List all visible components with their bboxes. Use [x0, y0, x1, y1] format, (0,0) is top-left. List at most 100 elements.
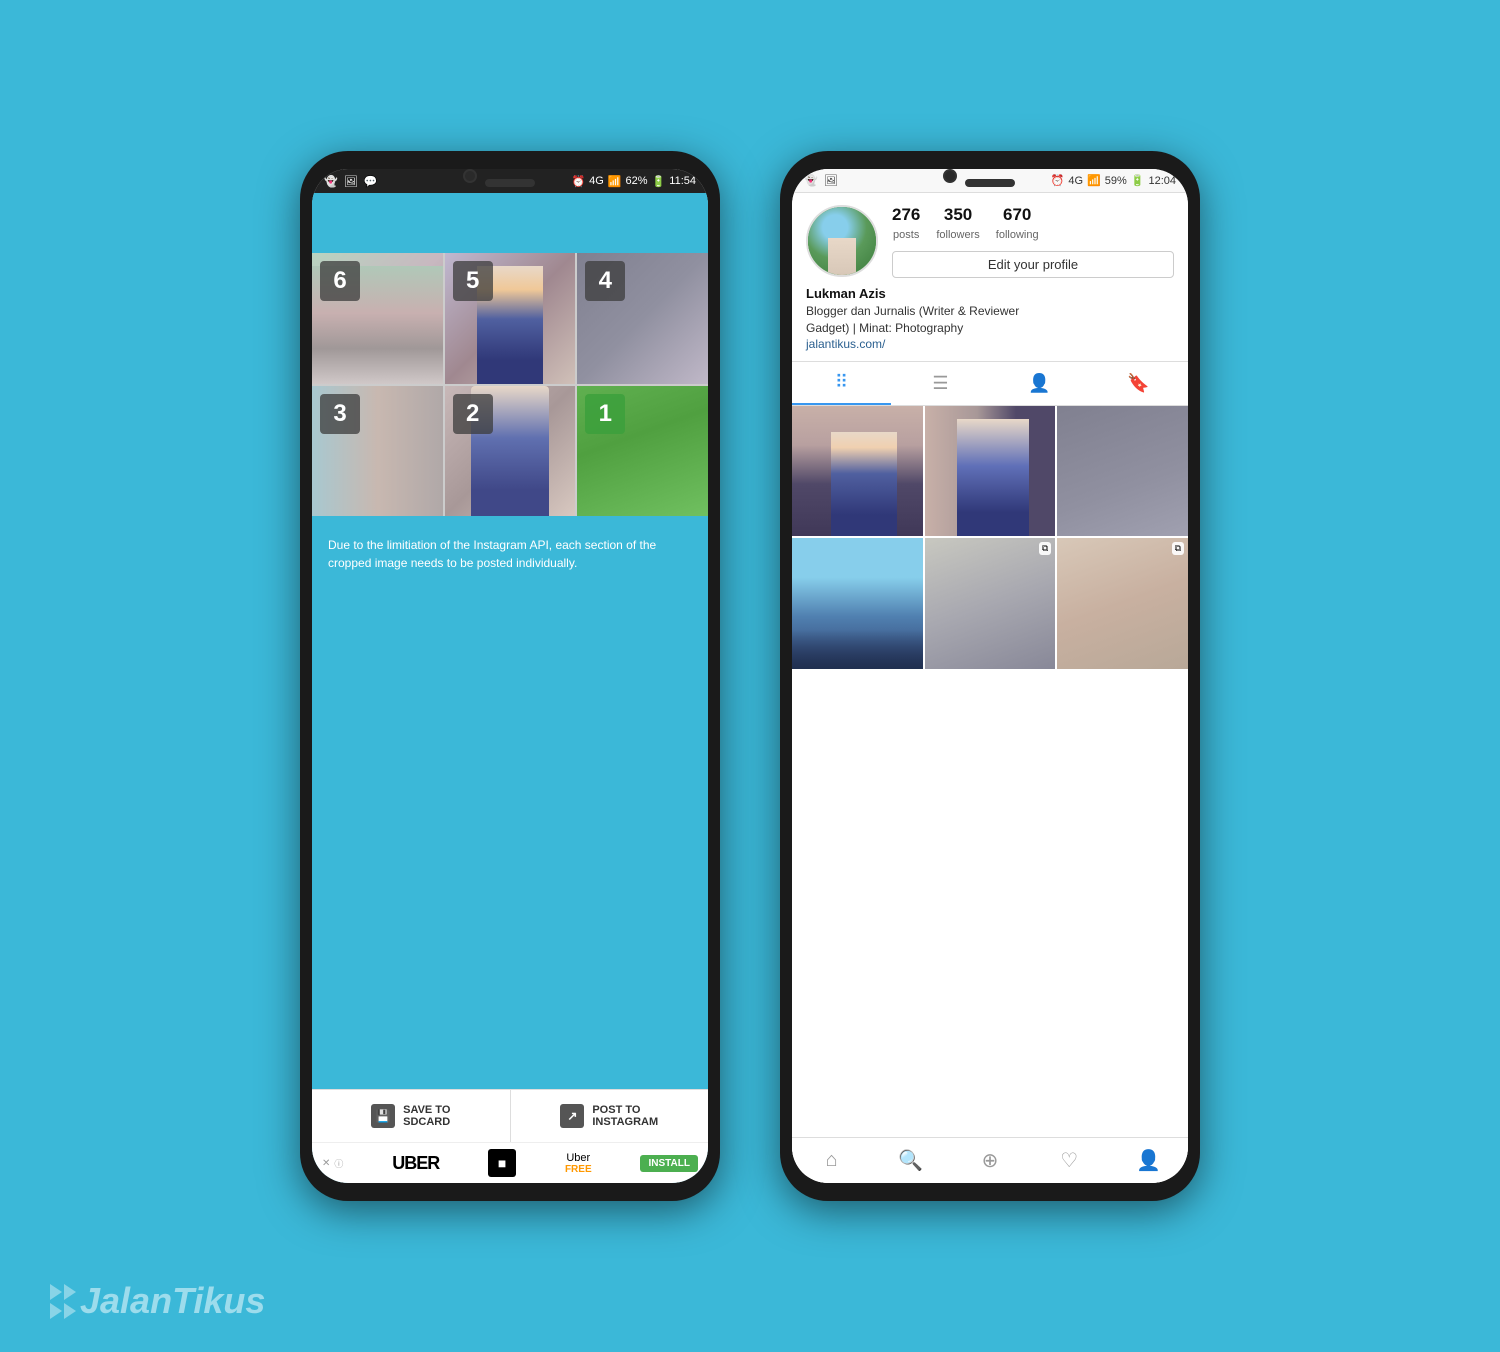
- right-phone: 👻 🖼 ⏰ 4G 📶 59% 🔋 12:04: [780, 151, 1200, 1201]
- battery-icon: 🔋: [652, 175, 666, 188]
- instruction-area: Due to the limitiation of the Instagram …: [312, 516, 708, 1089]
- signal-icon-right: 📶: [1087, 174, 1101, 187]
- brand-text-part2: Tikus: [172, 1280, 265, 1321]
- avatar-bg: [808, 207, 876, 275]
- profile-stats-area: 276 posts 350 followers 670 following: [892, 205, 1174, 278]
- status-icons-right: 👻 🖼: [804, 174, 838, 187]
- save-icon-symbol: 💾: [376, 1109, 391, 1123]
- instruction-text: Due to the limitiation of the Instagram …: [328, 536, 692, 572]
- network-right: 4G: [1068, 175, 1083, 187]
- grid-number-3: 3: [320, 394, 360, 434]
- ig-photo-1-bg: [792, 406, 923, 537]
- ig-photo-cell-3[interactable]: [1057, 406, 1188, 537]
- tagged-icon: 👤: [1028, 373, 1050, 394]
- profile-header: 276 posts 350 followers 670 following: [792, 193, 1188, 286]
- instagram-screen: 276 posts 350 followers 670 following: [792, 193, 1188, 1183]
- chevron-2b: [64, 1303, 76, 1319]
- instagram-photo-grid: ⧉ ⧉: [792, 406, 1188, 669]
- bottom-buttons: 💾 SAVE TOSDCARD ↗ POST TOINSTAGRAM: [312, 1089, 708, 1142]
- post-button-label: POST TOINSTAGRAM: [592, 1104, 658, 1128]
- tab-grid-view[interactable]: ⠿: [792, 362, 891, 405]
- uber-icon-square: ■: [498, 1155, 506, 1171]
- grid-number-6: 6: [320, 261, 360, 301]
- ig-photo-cell-4[interactable]: [792, 538, 923, 669]
- sea-dark: [792, 630, 923, 669]
- chevron-row-1: [50, 1284, 76, 1300]
- tab-saved[interactable]: 🔖: [1089, 362, 1188, 405]
- ig-photo-2-bg: [925, 406, 1056, 537]
- ad-bar: ✕ ⓘ UBER ■ Uber FREE INSTALL: [312, 1142, 708, 1183]
- app-screen-left: 6 5 4: [312, 193, 708, 1183]
- battery-right: 59%: [1105, 175, 1127, 187]
- nav-profile[interactable]: 👤: [1109, 1138, 1188, 1183]
- save-button-label: SAVE TOSDCARD: [403, 1104, 450, 1128]
- profile-bio-link[interactable]: jalantikus.com/: [806, 337, 1174, 351]
- grid-number-2: 2: [453, 394, 493, 434]
- stats-row: 276 posts 350 followers 670 following: [892, 205, 1174, 243]
- grid-cell-3[interactable]: 3: [312, 386, 443, 517]
- nav-home[interactable]: ⌂: [792, 1138, 871, 1183]
- time-right: 12:04: [1148, 175, 1176, 187]
- tab-tagged[interactable]: 👤: [990, 362, 1089, 405]
- nav-likes[interactable]: ♡: [1030, 1138, 1109, 1183]
- left-phone-screen: 👻 🖼 💬 ⏰ 4G 📶 62% 🔋 11:54: [312, 169, 708, 1183]
- heart-icon: ♡: [1060, 1148, 1078, 1173]
- grid-cell-5[interactable]: 5: [445, 253, 576, 384]
- post-to-instagram-button[interactable]: ↗ POST TOINSTAGRAM: [511, 1090, 709, 1142]
- ig-photo-cell-1[interactable]: [792, 406, 923, 537]
- save-icon: 💾: [371, 1104, 395, 1128]
- profile-icon: 👤: [1136, 1148, 1161, 1173]
- following-count: 670: [996, 205, 1039, 225]
- followers-label: followers: [936, 229, 979, 241]
- ig-photo-6-bg: ⧉: [1057, 538, 1188, 669]
- brand-logo-area: JalanTikus: [50, 1280, 265, 1322]
- profile-name: Lukman Azis: [806, 286, 1174, 301]
- profile-bio-line1: Blogger dan Jurnalis (Writer & Reviewer: [806, 303, 1174, 320]
- status-bar-left: 👻 🖼 💬 ⏰ 4G 📶 62% 🔋 11:54: [312, 169, 708, 193]
- grid-cell-2[interactable]: 2: [445, 386, 576, 517]
- time-left: 11:54: [669, 175, 696, 187]
- edit-profile-button[interactable]: Edit your profile: [892, 251, 1174, 278]
- tab-list-view[interactable]: ☰: [891, 362, 990, 405]
- chevron-1a: [50, 1284, 62, 1300]
- grid-cell-4[interactable]: 4: [577, 253, 708, 384]
- home-icon: ⌂: [826, 1149, 838, 1172]
- brand-text-part1: Jalan: [80, 1280, 172, 1321]
- ghost-icon: 👻: [324, 175, 338, 188]
- free-tag: FREE: [565, 1164, 592, 1175]
- nav-add[interactable]: ⊕: [950, 1138, 1029, 1183]
- nav-search[interactable]: 🔍: [871, 1138, 950, 1183]
- alarm-icon-right: ⏰: [1051, 174, 1065, 187]
- avatar-image: [808, 207, 876, 275]
- person-top-2: [957, 419, 1029, 537]
- ig-photo-cell-5[interactable]: ⧉: [925, 538, 1056, 669]
- grid-number-5: 5: [453, 261, 493, 301]
- photo-grid-left: 6 5 4: [312, 253, 708, 516]
- battery-left: 62%: [626, 175, 648, 187]
- grid-cell-1[interactable]: 1: [577, 386, 708, 517]
- avatar: [806, 205, 878, 277]
- status-bar-right: 👻 🖼 ⏰ 4G 📶 59% 🔋 12:04: [792, 169, 1188, 193]
- share-icon-symbol: ↗: [567, 1109, 577, 1123]
- uber-install-area: Uber FREE: [565, 1152, 592, 1175]
- status-info-left: ⏰ 4G 📶 62% 🔋 11:54: [571, 175, 696, 188]
- network-left: 4G: [589, 175, 604, 187]
- stat-posts: 276 posts: [892, 205, 920, 243]
- ig-photo-3-bg: [1057, 406, 1188, 537]
- ad-close-icon[interactable]: ✕: [322, 1158, 330, 1169]
- grid-cell-6[interactable]: 6: [312, 253, 443, 384]
- status-icons-left: 👻 🖼 💬: [324, 175, 377, 188]
- ig-photo-cell-6[interactable]: ⧉: [1057, 538, 1188, 669]
- uber-text: UBER: [392, 1153, 439, 1173]
- save-to-sdcard-button[interactable]: 💾 SAVE TOSDCARD: [312, 1090, 511, 1142]
- brand-text: JalanTikus: [80, 1280, 265, 1322]
- ig-photo-cell-2[interactable]: [925, 406, 1056, 537]
- person-top-1: [831, 432, 896, 537]
- phone-camera-left: [463, 169, 477, 183]
- posts-count: 276: [892, 205, 920, 225]
- posts-label: posts: [893, 229, 919, 241]
- install-button[interactable]: INSTALL: [640, 1155, 697, 1172]
- image-icon: 🖼: [344, 175, 358, 188]
- following-label: following: [996, 229, 1039, 241]
- stat-following: 670 following: [996, 205, 1039, 243]
